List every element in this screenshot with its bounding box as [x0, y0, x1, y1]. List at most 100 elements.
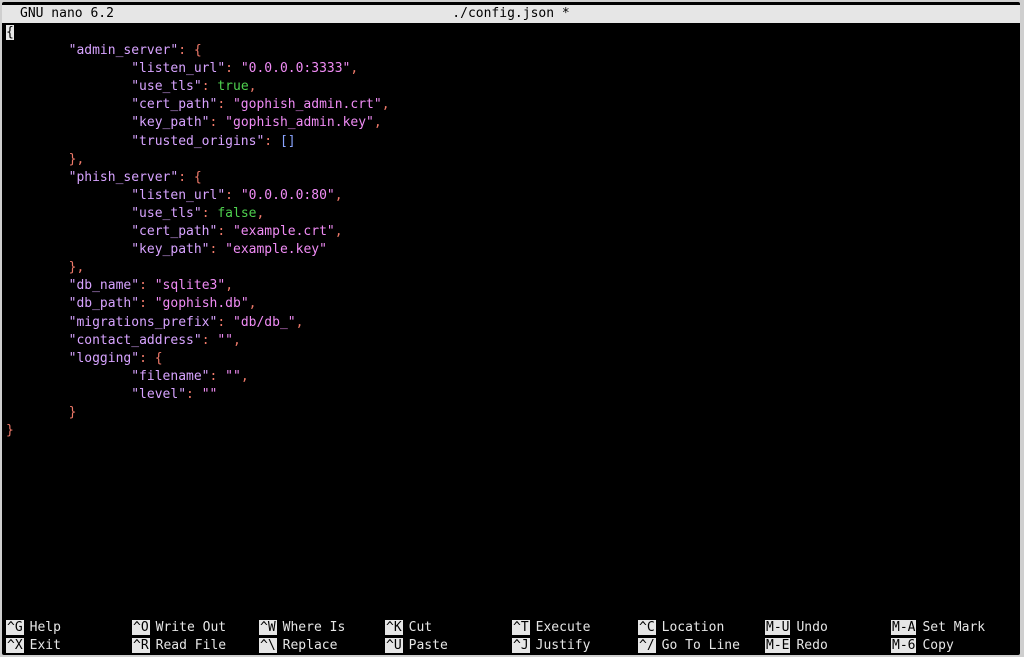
- editor-line[interactable]: "phish_server": {: [6, 169, 1020, 187]
- editor-line[interactable]: {: [6, 24, 1020, 42]
- editor-line[interactable]: "logging": {: [6, 350, 1020, 368]
- shortcut-label: Justify: [535, 638, 591, 653]
- shortcut-cut[interactable]: ^K Cut: [385, 619, 432, 637]
- shortcut-label: Replace: [282, 638, 338, 653]
- shortcut-replace[interactable]: ^\ Replace: [259, 637, 337, 655]
- shortcut-read-file[interactable]: ^R Read File: [132, 637, 226, 655]
- shortcut-key: ^W: [259, 620, 277, 635]
- editor-line[interactable]: "level": "": [6, 386, 1020, 404]
- code-token: ,: [240, 368, 249, 384]
- editor-line[interactable]: "listen_url": "0.0.0.0:80",: [6, 187, 1020, 205]
- code-token: ,: [350, 61, 359, 77]
- editor-line[interactable]: "cert_path": "gophish_admin.crt",: [6, 96, 1020, 114]
- code-token: :: [209, 115, 226, 131]
- editor-line[interactable]: "key_path": "example.key": [6, 241, 1020, 259]
- code-token: :: [201, 205, 218, 221]
- code-token: "sqlite3": [154, 278, 226, 294]
- code-token: false: [217, 205, 257, 221]
- editor-line[interactable]: "key_path": "gophish_admin.key",: [6, 114, 1020, 132]
- editor-line[interactable]: },: [6, 151, 1020, 169]
- editor-line[interactable]: "db_path": "gophish.db",: [6, 295, 1020, 313]
- editor-line[interactable]: "trusted_origins": []: [6, 133, 1020, 151]
- code-token: "migrations_prefix": [68, 314, 218, 330]
- shortcut-where-is[interactable]: ^W Where Is: [259, 619, 345, 637]
- code-token: :: [139, 278, 155, 294]
- shortcut-justify[interactable]: ^J Justify: [512, 637, 590, 655]
- editor-line[interactable]: "listen_url": "0.0.0.0:3333",: [6, 60, 1020, 78]
- code-token: "contact_address": [68, 332, 202, 348]
- code-token: }: [68, 404, 77, 420]
- editor-line[interactable]: "contact_address": "",: [6, 332, 1020, 350]
- shortcut-copy[interactable]: M-6 Copy: [891, 637, 954, 655]
- shortcut-label: Go To Line: [661, 638, 740, 653]
- shortcut-paste[interactable]: ^U Paste: [385, 637, 448, 655]
- editor-line[interactable]: "cert_path": "example.crt",: [6, 223, 1020, 241]
- editor-line[interactable]: },: [6, 259, 1020, 277]
- code-token: :: [178, 169, 194, 185]
- code-token: :: [217, 314, 233, 330]
- shortcut-execute[interactable]: ^T Execute: [512, 619, 590, 637]
- code-token: "cert_path": [131, 224, 218, 240]
- shortcut-label: Cut: [408, 620, 433, 635]
- shortcut-label: Undo: [796, 620, 828, 635]
- code-token: :: [178, 43, 194, 59]
- code-token: ,: [334, 187, 343, 203]
- code-token: {: [154, 350, 163, 366]
- code-token: "": [225, 368, 241, 384]
- code-token: ,: [225, 278, 234, 294]
- code-token: :: [201, 79, 218, 95]
- editor-line[interactable]: }: [6, 422, 1020, 440]
- code-token: []: [279, 133, 296, 149]
- code-token: "trusted_origins": [131, 133, 265, 149]
- code-token: ,: [334, 224, 343, 240]
- code-token: "listen_url": [131, 61, 226, 77]
- editor-line[interactable]: "use_tls": false,: [6, 205, 1020, 223]
- code-token: :: [217, 97, 233, 113]
- shortcut-redo[interactable]: M-E Redo: [765, 637, 828, 655]
- shortcut-exit[interactable]: ^X Exit: [6, 637, 61, 655]
- code-token: :: [201, 332, 218, 348]
- code-token: :: [209, 242, 226, 258]
- shortcut-go-to-line[interactable]: ^/ Go To Line: [638, 637, 740, 655]
- shortcut-label: Write Out: [155, 620, 227, 635]
- code-token: "cert_path": [131, 97, 218, 113]
- editor-line[interactable]: "db_name": "sqlite3",: [6, 277, 1020, 295]
- shortcut-location[interactable]: ^C Location: [638, 619, 724, 637]
- code-token: :: [186, 386, 202, 402]
- editor-line[interactable]: "filename": "",: [6, 368, 1020, 386]
- shortcut-write-out[interactable]: ^O Write Out: [132, 619, 226, 637]
- shortcut-label: Location: [661, 620, 725, 635]
- shortcut-key: M-6: [891, 638, 917, 653]
- editor-line[interactable]: "migrations_prefix": "db/db_",: [6, 314, 1020, 332]
- shortcut-label: Exit: [29, 638, 61, 653]
- shortcut-key: ^G: [6, 620, 24, 635]
- editor-line[interactable]: "use_tls": true,: [6, 78, 1020, 96]
- code-token: "": [217, 332, 233, 348]
- shortcut-key: ^C: [638, 620, 656, 635]
- text-cursor: {: [6, 25, 14, 40]
- shortcut-undo[interactable]: M-U Undo: [765, 619, 828, 637]
- editor-line[interactable]: "admin_server": {: [6, 42, 1020, 60]
- shortcut-key: ^U: [385, 638, 403, 653]
- code-token: "gophish_admin.crt": [232, 97, 382, 113]
- shortcut-set-mark[interactable]: M-A Set Mark: [891, 619, 985, 637]
- code-token: :: [264, 133, 280, 149]
- shortcut-key: M-A: [891, 620, 917, 635]
- editor-text-area[interactable]: { "admin_server": { "listen_url": "0.0.0…: [6, 24, 1020, 440]
- shortcut-label: Read File: [155, 638, 227, 653]
- code-token: "db_path": [68, 296, 140, 312]
- editor-line[interactable]: }: [6, 404, 1020, 422]
- shortcut-label: Set Mark: [922, 620, 986, 635]
- code-token: :: [209, 368, 226, 384]
- shortcut-help[interactable]: ^G Help: [6, 619, 61, 637]
